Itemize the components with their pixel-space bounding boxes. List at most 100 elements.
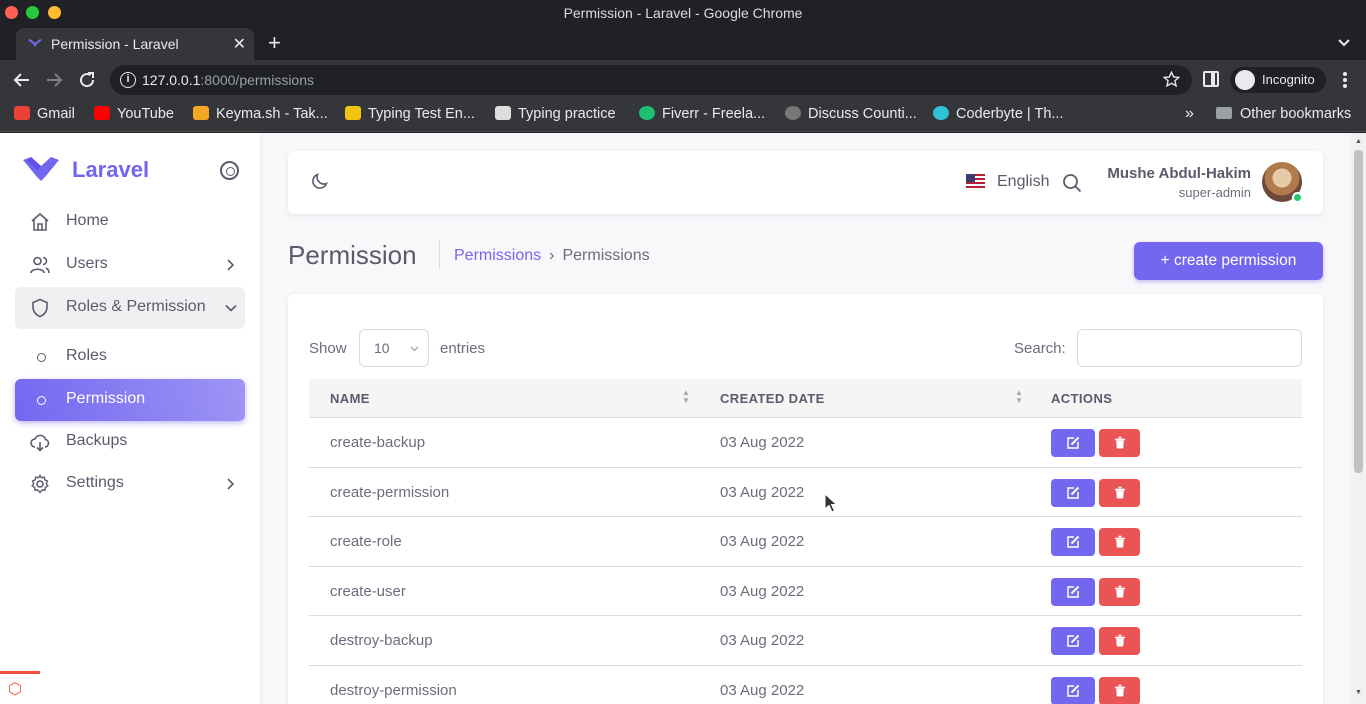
page-length-value: 10	[374, 340, 390, 356]
language-selector[interactable]: English	[966, 173, 1049, 191]
bookmark-gmail[interactable]: Gmail	[14, 106, 75, 122]
search-icon[interactable]	[1062, 173, 1082, 193]
tab-strip: Permission - Laravel ✕ +	[0, 26, 1366, 60]
trash-icon	[1114, 436, 1125, 449]
bookmark-typing-practice[interactable]: Typing practice	[495, 106, 616, 122]
search-label: Search:	[1014, 340, 1066, 357]
bookmark-coderbyte[interactable]: Coderbyte | Th...	[933, 106, 1063, 122]
delete-button[interactable]	[1099, 627, 1140, 655]
scroll-down-icon[interactable]: ▼	[1355, 689, 1362, 696]
typing-practice-icon	[495, 106, 511, 120]
page-length-select[interactable]: 10	[359, 329, 429, 367]
bookmark-star-icon[interactable]	[1163, 71, 1180, 88]
delete-button[interactable]	[1099, 676, 1140, 704]
sidebar-item-settings[interactable]: Settings	[15, 463, 245, 505]
laravel-debugbar-icon[interactable]: ⬡	[0, 671, 40, 704]
delete-button[interactable]	[1099, 429, 1140, 457]
side-panel-icon[interactable]	[1203, 71, 1219, 87]
scroll-up-icon[interactable]: ▲	[1355, 138, 1362, 145]
incognito-badge[interactable]: Incognito	[1230, 67, 1326, 93]
bookmark-typing-test[interactable]: Typing Test En...	[345, 106, 475, 122]
edit-button[interactable]	[1051, 577, 1095, 606]
chevron-right-icon: ›	[549, 247, 555, 264]
bookmark-keymash[interactable]: Keyma.sh - Tak...	[193, 106, 328, 122]
page-title: Permission	[288, 240, 417, 270]
browser-menu-icon[interactable]	[1342, 71, 1348, 89]
youtube-icon	[94, 106, 110, 120]
permission-name: create-user	[330, 582, 406, 600]
permissions-card: Show 10 entries Search: NAME ▲ ▼ CREATED …	[288, 294, 1323, 704]
circle-icon	[37, 396, 46, 405]
mouse-cursor-icon	[824, 493, 838, 513]
bookmark-youtube[interactable]: YouTube	[94, 106, 174, 122]
delete-button[interactable]	[1099, 528, 1140, 556]
edit-button[interactable]	[1051, 478, 1095, 507]
new-tab-button[interactable]: +	[268, 30, 281, 56]
incognito-label: Incognito	[1262, 72, 1315, 87]
sort-icon[interactable]: ▲ ▼	[681, 389, 691, 405]
chevron-down-icon	[225, 304, 237, 312]
window-titlebar: Permission - Laravel - Google Chrome	[0, 0, 1366, 26]
page-scrollbar[interactable]: ▲ ▼	[1351, 133, 1366, 704]
tab-search-chevron-icon[interactable]	[1337, 38, 1351, 48]
forward-icon[interactable]	[45, 71, 63, 89]
create-permission-button[interactable]: + create permission	[1134, 242, 1323, 280]
sidebar-item-users[interactable]: Users	[15, 244, 245, 286]
sidebar-item-label: Permission	[66, 390, 146, 407]
trash-icon	[1114, 634, 1125, 647]
column-header-name[interactable]: NAME	[330, 391, 370, 406]
url-text[interactable]: 127.0.0.1:8000/permissions	[142, 72, 314, 88]
trash-icon	[1114, 486, 1125, 498]
breadcrumb: Permissions › Permissions	[454, 247, 650, 265]
table-row: create-backup 03 Aug 2022	[309, 418, 1302, 468]
fiverr-icon	[639, 106, 655, 120]
edit-button[interactable]	[1051, 676, 1095, 704]
permission-name: create-permission	[330, 483, 450, 501]
back-icon[interactable]	[13, 71, 31, 89]
edit-button[interactable]	[1051, 429, 1095, 457]
sort-icon[interactable]: ▲ ▼	[1014, 389, 1024, 405]
delete-button[interactable]	[1099, 478, 1140, 507]
address-bar[interactable]: i 127.0.0.1:8000/permissions	[110, 65, 1192, 95]
browser-tab[interactable]: Permission - Laravel ✕	[16, 28, 254, 60]
sidebar-item-home[interactable]: Home	[15, 201, 245, 243]
circle-icon	[37, 353, 46, 362]
typing-test-icon	[345, 106, 361, 120]
sidebar-item-roles-permission[interactable]: Roles & Permission	[15, 287, 245, 329]
breadcrumb-link-permissions[interactable]: Permissions	[454, 247, 541, 264]
sidebar-item-roles[interactable]: Roles	[15, 336, 245, 378]
tab-title: Permission - Laravel	[51, 36, 179, 52]
sidebar-collapse-icon[interactable]	[220, 161, 239, 180]
other-bookmarks-folder[interactable]: Other bookmarks	[1216, 106, 1351, 122]
coderbyte-icon	[933, 106, 949, 120]
edit-icon	[1067, 486, 1080, 499]
moon-icon[interactable]	[310, 171, 330, 191]
delete-button[interactable]	[1099, 577, 1140, 606]
permission-name: destroy-backup	[330, 632, 433, 649]
page-viewport: Laravel Home Users Roles & Permission Ro…	[0, 133, 1366, 704]
sidebar-item-permission[interactable]: Permission	[15, 379, 245, 421]
bookmark-discuss[interactable]: Discuss Counti...	[785, 106, 917, 122]
more-bookmarks-icon[interactable]: »	[1185, 105, 1194, 123]
edit-icon	[1067, 585, 1080, 598]
bookmarks-bar: Gmail YouTube Keyma.sh - Tak... Typing T…	[0, 100, 1366, 132]
reload-icon[interactable]	[78, 71, 96, 89]
column-header-created-date[interactable]: CREATED DATE	[720, 391, 825, 406]
edit-button[interactable]	[1051, 627, 1095, 655]
brand-name[interactable]: Laravel	[72, 157, 149, 183]
bookmark-fiverr[interactable]: Fiverr - Freela...	[639, 106, 765, 122]
tab-close-icon[interactable]: ✕	[233, 34, 246, 54]
title-divider	[439, 241, 440, 269]
edit-button[interactable]	[1051, 528, 1095, 556]
site-info-icon[interactable]: i	[120, 72, 136, 88]
chevron-right-icon	[227, 478, 234, 490]
user-name: Mushe Abdul-Hakim	[1107, 165, 1251, 182]
us-flag-icon	[966, 174, 985, 188]
top-navbar: English Mushe Abdul-Hakim super-admin	[288, 151, 1323, 214]
table-search-input[interactable]	[1077, 329, 1302, 367]
scroll-thumb[interactable]	[1354, 150, 1363, 473]
column-header-actions: ACTIONS	[1051, 391, 1113, 406]
chevron-right-icon	[227, 259, 234, 271]
sidebar-item-backups[interactable]: Backups	[15, 421, 245, 463]
user-role: super-admin	[1178, 185, 1251, 200]
